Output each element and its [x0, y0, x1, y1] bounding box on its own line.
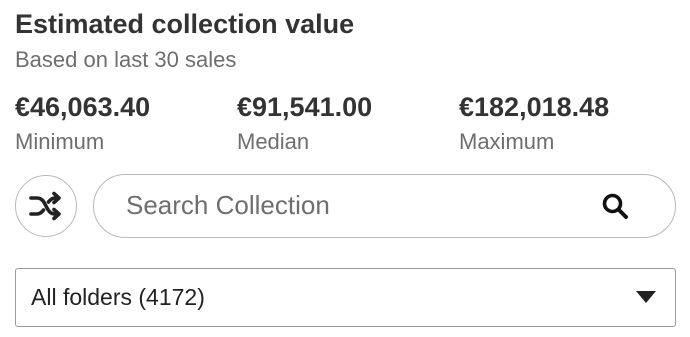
stat-maximum-value: €182,018.48 [459, 92, 610, 122]
shuffle-button[interactable] [15, 175, 77, 237]
stat-minimum: €46,063.40 Minimum [15, 92, 150, 155]
stat-median: €91,541.00 Median [237, 92, 372, 155]
folder-select-value: All folders (4172) [31, 284, 205, 310]
search-box [93, 174, 676, 238]
stat-median-value: €91,541.00 [237, 92, 373, 122]
stat-median-label: Median [237, 129, 310, 154]
stat-minimum-value: €46,063.40 [15, 92, 151, 122]
caret-down-icon [636, 291, 656, 303]
search-input[interactable] [126, 175, 566, 236]
search-icon[interactable] [601, 192, 629, 220]
stat-maximum-label: Maximum [459, 129, 555, 154]
stat-maximum: €182,018.48 Maximum [459, 92, 609, 155]
collection-value-subtitle: Based on last 30 sales [15, 47, 237, 72]
folder-select[interactable]: All folders (4172) [15, 268, 676, 327]
collection-value-title: Estimated collection value [15, 9, 355, 39]
stat-minimum-label: Minimum [15, 129, 105, 154]
shuffle-icon [29, 191, 61, 221]
